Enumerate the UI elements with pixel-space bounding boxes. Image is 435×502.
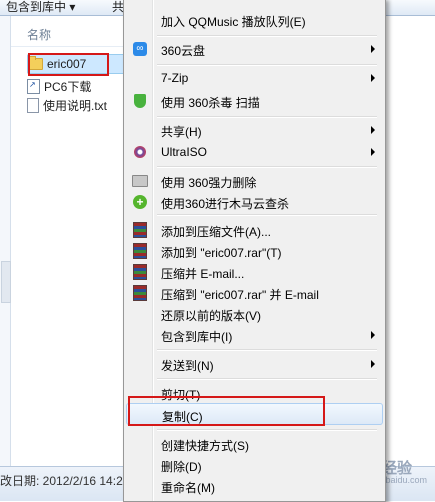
- shield-icon: [132, 93, 148, 109]
- submenu-arrow-icon: [371, 45, 375, 53]
- nav-scrollbar[interactable]: [1, 261, 11, 303]
- include-in-library-button[interactable]: 包含到库中 ▾: [6, 0, 75, 15]
- folder-icon: [28, 56, 43, 70]
- submenu-arrow-icon: [371, 360, 375, 368]
- menu-item-label: 360云盘: [161, 44, 206, 58]
- menu-item-label: 添加到压缩文件(A)...: [161, 225, 271, 239]
- menu-item-share[interactable]: 共享(H): [126, 119, 381, 141]
- menu-item-label: 复制(C): [162, 410, 203, 424]
- menu-item-compress-rar-email[interactable]: 压缩到 "eric007.rar" 并 E-mail: [126, 282, 381, 304]
- menu-item-restore-versions[interactable]: 还原以前的版本(V): [126, 303, 381, 325]
- menu-item-ultraiso[interactable]: UltraISO: [126, 141, 381, 163]
- menu-item-include-library[interactable]: 包含到库中(I): [126, 324, 381, 346]
- file-row-eric007[interactable]: eric007: [27, 54, 127, 74]
- menu-separator: [157, 64, 377, 66]
- menu-separator: [157, 349, 377, 351]
- menu-item-label: 创建快捷方式(S): [161, 439, 249, 453]
- menu-item-add-archive[interactable]: 添加到压缩文件(A)...: [126, 219, 381, 241]
- plus-icon: +: [132, 194, 148, 210]
- file-row-readme[interactable]: 使用说明.txt: [27, 96, 125, 114]
- menu-item-label: UltraISO: [161, 145, 208, 159]
- text-file-icon: [27, 97, 39, 113]
- menu-separator: [157, 378, 377, 380]
- menu-item-label: 包含到库中(I): [161, 330, 233, 344]
- file-name: 使用说明.txt: [43, 98, 108, 113]
- navigation-pane: [0, 16, 11, 466]
- menu-separator: [157, 116, 377, 118]
- shredder-icon: [132, 173, 148, 189]
- submenu-arrow-icon: [371, 126, 375, 134]
- submenu-arrow-icon: [371, 74, 375, 82]
- menu-item-label: 剪切(T): [161, 388, 201, 402]
- rar-icon: [132, 285, 148, 301]
- menu-separator: [157, 166, 377, 168]
- header-divider: [11, 46, 126, 47]
- menu-item-label: 发送到(N): [161, 359, 214, 373]
- rar-icon: [132, 222, 148, 238]
- menu-item-label: 压缩并 E-mail...: [161, 267, 245, 281]
- menu-item-label: 压缩到 "eric007.rar" 并 E-mail: [161, 288, 319, 302]
- menu-item-delete[interactable]: 删除(D): [126, 454, 381, 476]
- menu-item-label: 加入 QQMusic 播放队列(E): [161, 15, 306, 29]
- modified-date-text: 改日期: 2012/2/16 14:20: [0, 474, 130, 488]
- menu-item-360-scan[interactable]: 使用 360杀毒 扫描: [126, 90, 381, 112]
- file-row-pc6[interactable]: PC6下载: [27, 77, 125, 95]
- menu-item-label: 使用 360强力删除: [161, 176, 257, 190]
- menu-item-360-trojan[interactable]: + 使用360进行木马云查杀: [126, 191, 381, 213]
- menu-item-compress-email[interactable]: 压缩并 E-mail...: [126, 261, 381, 283]
- rar-icon: [132, 243, 148, 259]
- file-name: eric007: [47, 57, 87, 71]
- menu-item-label: 添加到 "eric007.rar"(T): [161, 246, 282, 260]
- menu-item-qqmusic[interactable]: 加入 QQMusic 播放队列(E): [126, 9, 381, 31]
- menu-item-360-cloud[interactable]: ∞ 360云盘: [126, 38, 381, 60]
- menu-separator: [157, 429, 377, 431]
- menu-item-360-shred[interactable]: 使用 360强力删除: [126, 170, 381, 192]
- menu-item-label: 还原以前的版本(V): [161, 309, 261, 323]
- menu-item-send-to[interactable]: 发送到(N): [126, 353, 381, 375]
- menu-item-cut[interactable]: 剪切(T): [126, 382, 381, 404]
- menu-item-create-shortcut[interactable]: 创建快捷方式(S): [126, 433, 381, 455]
- file-list: 名称 eric007 PC6下载 使用说明.txt: [11, 16, 127, 466]
- menu-separator: [157, 214, 377, 216]
- menu-item-rename[interactable]: 重命名(M): [126, 475, 381, 497]
- menu-item-add-to-rar[interactable]: 添加到 "eric007.rar"(T): [126, 240, 381, 262]
- menu-item-label: 重命名(M): [161, 481, 215, 495]
- submenu-arrow-icon: [371, 148, 375, 156]
- shortcut-icon: [27, 78, 40, 94]
- menu-item-label: 删除(D): [161, 460, 202, 474]
- menu-item-label: 使用360进行木马云查杀: [161, 197, 290, 211]
- menu-item-label: 共享(H): [161, 125, 202, 139]
- menu-item-copy[interactable]: 复制(C): [126, 403, 383, 425]
- rar-icon: [132, 264, 148, 280]
- context-menu: 加入 QQMusic 播放队列(E) ∞ 360云盘 7-Zip 使用 360杀…: [123, 0, 386, 502]
- file-name: PC6下载: [44, 79, 92, 94]
- cloud-icon: ∞: [132, 41, 148, 57]
- submenu-arrow-icon: [371, 331, 375, 339]
- menu-separator: [157, 35, 377, 37]
- menu-item-7zip[interactable]: 7-Zip: [126, 67, 381, 89]
- disc-icon: [132, 144, 148, 160]
- menu-item-label: 7-Zip: [161, 71, 189, 85]
- column-header-name[interactable]: 名称: [27, 26, 51, 43]
- menu-item-label: 使用 360杀毒 扫描: [161, 96, 260, 110]
